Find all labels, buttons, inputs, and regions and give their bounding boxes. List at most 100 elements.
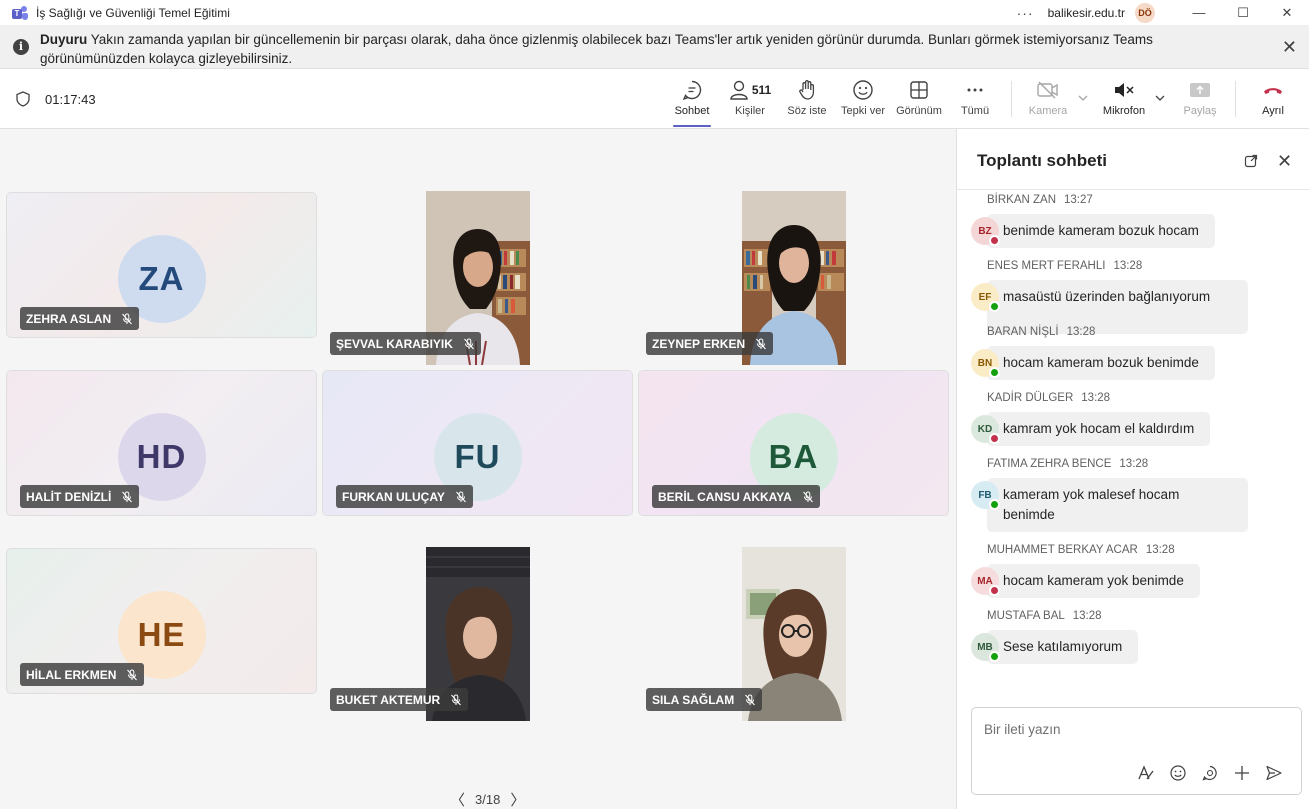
message-text: Sese katılamıyorum — [1003, 639, 1123, 654]
message-text: kameram yok malesef hocam benimde — [1003, 487, 1180, 522]
status-busy-icon — [989, 585, 1000, 596]
mic-options-chevron-icon[interactable] — [1155, 93, 1165, 103]
mic-muted-icon — [756, 338, 767, 349]
react-button[interactable]: Tepki ver — [840, 77, 886, 127]
minimize-button[interactable]: — — [1177, 0, 1221, 25]
participant-video-tile[interactable]: BUKET AKTEMUR — [322, 547, 633, 721]
message-author: ENES MERT FERAHLI — [987, 260, 1106, 272]
more-actions-button[interactable]: Tümü — [958, 77, 992, 127]
mic-muted-icon — [745, 694, 756, 705]
meeting-chat-panel: Toplantı sohbeti ✕ BİRKAN ZAN 13:27 benimd… — [956, 129, 1309, 809]
status-available-icon — [989, 367, 1000, 378]
participant-tile[interactable]: ZA ZEHRA ASLAN — [6, 192, 317, 338]
hand-icon — [797, 77, 817, 103]
participant-tile[interactable]: HD HALİT DENİZLİ — [6, 370, 317, 516]
raise-hand-button[interactable]: Söz iste — [787, 77, 827, 127]
user-avatar[interactable]: DÖ — [1135, 2, 1155, 23]
microphone-button[interactable]: Mikrofon — [1100, 77, 1148, 127]
status-available-icon — [989, 301, 1000, 312]
sender-avatar[interactable]: EF — [971, 283, 1000, 312]
sender-avatar[interactable]: BZ — [971, 217, 1000, 246]
participant-tile[interactable]: FU FURKAN ULUÇAY — [322, 370, 633, 516]
participant-tile[interactable]: BA BERİL CANSU AKKAYA — [638, 370, 949, 516]
participant-name-label: BUKET AKTEMUR — [330, 688, 469, 711]
participant-video-tile[interactable]: ŞEVVAL KARABIYIK — [322, 191, 633, 365]
toolbar-divider — [1011, 81, 1012, 117]
message-meta: ENES MERT FERAHLI 13:28 — [987, 260, 1142, 272]
share-screen-icon — [1188, 77, 1212, 103]
mic-muted-icon — [463, 338, 474, 349]
message-time: 13:27 — [1064, 194, 1093, 206]
message-meta: BİRKAN ZAN 13:27 — [987, 194, 1093, 206]
camera-button[interactable]: Kamera — [1028, 77, 1068, 127]
chat-button[interactable]: Sohbet — [673, 77, 711, 127]
mic-muted-icon — [802, 491, 813, 502]
message-time: 13:28 — [1113, 260, 1143, 272]
mic-muted-icon — [127, 669, 138, 680]
page-indicator: 3/18 — [475, 792, 501, 807]
window-title: İş Sağlığı ve Güvenliği Temel Eğitimi — [36, 5, 230, 20]
share-button[interactable]: Paylaş — [1182, 77, 1218, 127]
sender-avatar[interactable]: FB — [971, 481, 1000, 510]
announcement-title: Duyuru — [40, 32, 88, 47]
message-time: 13:28 — [1066, 326, 1096, 338]
participant-video-tile[interactable]: ZEYNEP ERKEN — [638, 191, 949, 365]
toolbar-divider — [1235, 81, 1236, 117]
smiley-icon — [852, 77, 874, 103]
maximize-button[interactable]: ☐ — [1221, 0, 1265, 25]
loop-component-icon[interactable] — [1194, 762, 1226, 784]
message-bubble: kamram yok hocam el kaldırdım — [987, 412, 1211, 446]
message-text: benimde kameram bozuk hocam — [1003, 223, 1199, 238]
teams-logo-icon: T — [12, 5, 28, 20]
emoji-icon[interactable] — [1162, 762, 1194, 784]
message-meta: FATIMA ZEHRA BENCE 13:28 — [987, 458, 1148, 470]
chat-title: Toplantı sohbeti — [977, 151, 1108, 170]
message-time: 13:28 — [1145, 544, 1175, 556]
message-author: MUHAMMET BERKAY ACAR — [987, 544, 1138, 556]
message-text: hocam kameram bozuk benimde — [1003, 355, 1199, 370]
announcement-banner: i Duyuru Yakın zamanda yapılan bir günce… — [0, 25, 1309, 69]
pop-out-icon[interactable] — [1244, 154, 1258, 168]
message-meta: BARAN NİŞLİ 13:28 — [987, 326, 1095, 338]
message-composer[interactable] — [971, 707, 1302, 795]
leave-button[interactable]: Ayrıl — [1256, 77, 1290, 127]
banner-close-button[interactable]: ✕ — [1282, 37, 1297, 58]
add-icon[interactable] — [1226, 762, 1258, 784]
message-author: FATIMA ZEHRA BENCE — [987, 458, 1112, 470]
more-options-button[interactable]: ··· — [1017, 5, 1034, 21]
sender-avatar[interactable]: MB — [971, 633, 1000, 662]
camera-options-chevron-icon[interactable] — [1078, 93, 1088, 103]
mic-muted-icon — [455, 491, 466, 502]
participant-video-tile[interactable]: SILA SAĞLAM — [638, 547, 949, 721]
message-text: hocam kameram yok benimde — [1003, 573, 1184, 588]
message-time: 13:28 — [1072, 610, 1102, 622]
title-bar: T İş Sağlığı ve Güvenliği Temel Eğitimi … — [0, 0, 1309, 25]
meeting-toolbar: 01:17:43 Sohbet 511 Kişiler Söz iste Tep… — [0, 69, 1309, 129]
speaker-muted-icon — [1112, 77, 1136, 103]
message-meta: MUHAMMET BERKAY ACAR 13:28 — [987, 544, 1175, 556]
announcement-text: Duyuru Yakın zamanda yapılan bir güncell… — [40, 30, 1200, 68]
previous-page-button[interactable]: 〈 — [440, 789, 475, 809]
hang-up-icon — [1261, 77, 1285, 103]
send-icon[interactable] — [1258, 762, 1290, 784]
people-button[interactable]: 511 Kişiler — [727, 77, 773, 127]
window-close-button[interactable]: ✕ — [1265, 0, 1309, 25]
sender-avatar[interactable]: MA — [971, 567, 1000, 596]
participant-tile[interactable]: HE HİLAL ERKMEN — [6, 548, 317, 694]
message-time: 13:28 — [1081, 392, 1111, 404]
chat-close-button[interactable]: ✕ — [1277, 151, 1292, 172]
sender-avatar[interactable]: KD — [971, 415, 1000, 444]
view-button[interactable]: Görünüm — [894, 77, 944, 127]
message-time: 13:28 — [1119, 458, 1149, 470]
mic-muted-icon — [122, 491, 133, 502]
sender-avatar[interactable]: BN — [971, 349, 1000, 378]
message-input[interactable] — [984, 718, 1284, 740]
next-page-button[interactable]: 〉 — [500, 789, 535, 809]
message-bubble: Sese katılamıyorum — [987, 630, 1139, 664]
organization-name: balikesir.edu.tr — [1047, 5, 1125, 20]
video-gallery: ZA ZEHRA ASLAN ŞEVVAL KARABIYIK ZEYNEP E… — [0, 129, 956, 809]
message-bubble: hocam kameram yok benimde — [987, 564, 1200, 598]
format-icon[interactable] — [1130, 762, 1162, 784]
mic-muted-icon — [451, 694, 462, 705]
message-meta: MUSTAFA BAL 13:28 — [987, 610, 1102, 622]
